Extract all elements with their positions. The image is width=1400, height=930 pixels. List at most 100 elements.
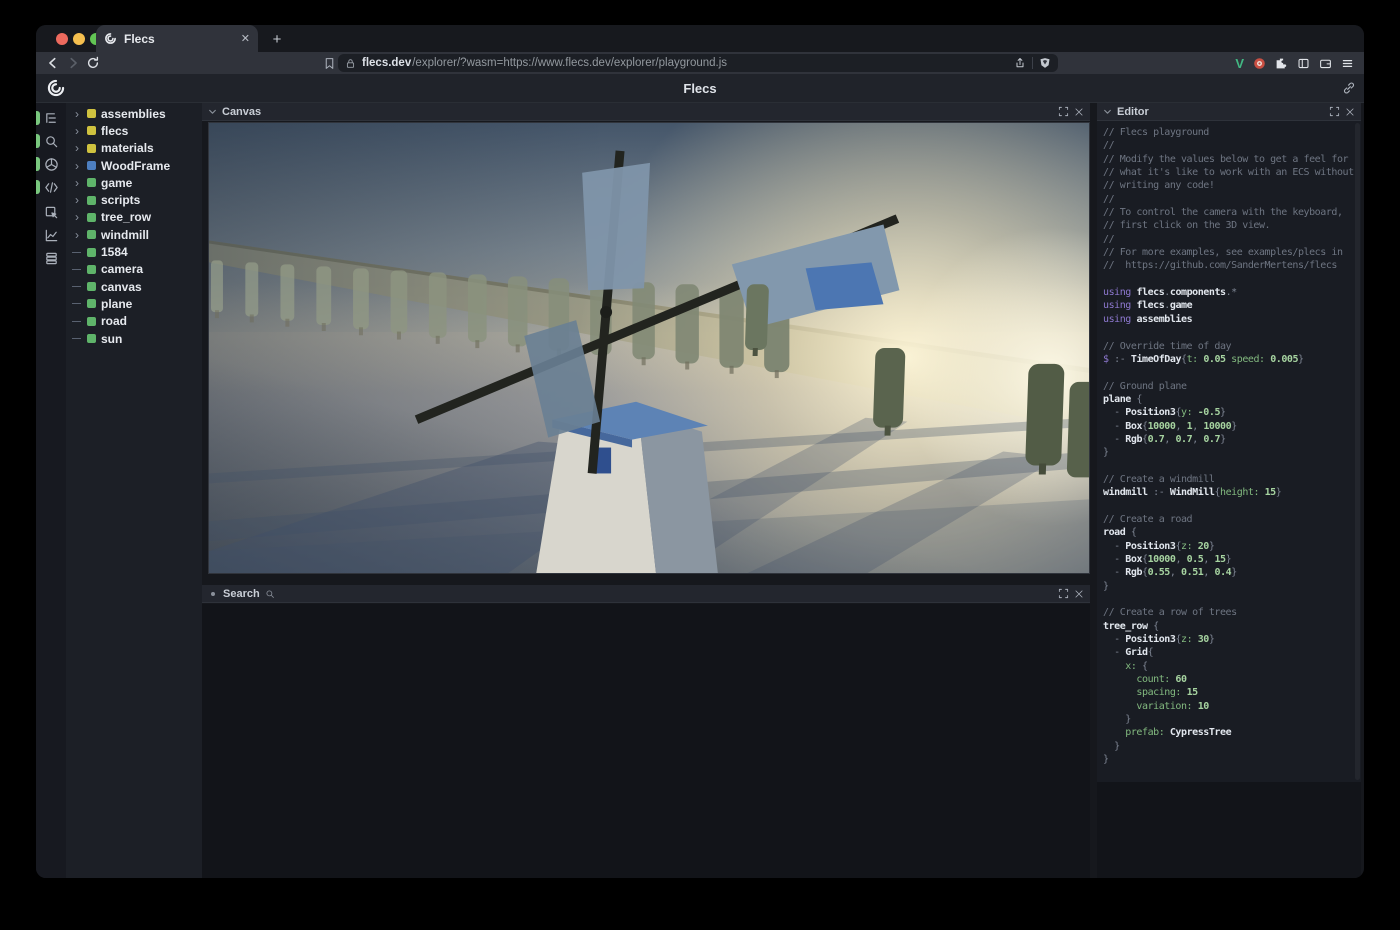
- tree-item-WoodFrame[interactable]: › WoodFrame: [66, 157, 202, 174]
- code-line: //: [1103, 193, 1361, 206]
- tree-item-game[interactable]: ›game: [66, 174, 202, 191]
- tree-item-materials[interactable]: ›materials: [66, 140, 202, 157]
- code-line: road {: [1103, 526, 1361, 539]
- entity-color-square: [87, 299, 96, 308]
- traffic-minimize-button[interactable]: [73, 33, 85, 45]
- wallet-icon[interactable]: [1319, 57, 1332, 70]
- extensions-puzzle-icon[interactable]: [1275, 57, 1288, 70]
- new-tab-button[interactable]: +: [266, 28, 288, 50]
- expander-icon[interactable]: ›: [72, 143, 82, 153]
- recorder-extension-icon[interactable]: [1253, 57, 1266, 70]
- browser-tab[interactable]: Flecs ✕: [96, 25, 258, 52]
- entity-color-square: [87, 196, 96, 205]
- editor-panel-header[interactable]: Editor: [1097, 103, 1361, 121]
- rail-canvas-3d[interactable]: [36, 153, 66, 175]
- tree-item-camera[interactable]: camera: [66, 261, 202, 278]
- entity-color-square: [87, 109, 96, 118]
- rail-entity-tree[interactable]: [36, 107, 66, 129]
- menu-icon[interactable]: [1341, 57, 1354, 70]
- fullscreen-icon[interactable]: [1329, 106, 1340, 117]
- search-panel-body: [202, 604, 1090, 878]
- code-line: - Position3{z: 30}: [1103, 633, 1361, 646]
- chevron-down-icon[interactable]: [208, 107, 217, 116]
- leaf-dash-icon: [72, 286, 82, 287]
- close-icon[interactable]: [1074, 107, 1084, 117]
- expander-icon[interactable]: ›: [72, 230, 82, 240]
- code-line: //: [1103, 139, 1361, 152]
- expander-icon[interactable]: ›: [72, 178, 82, 188]
- code-line: - Position3{z: 20}: [1103, 540, 1361, 553]
- code-line: $ :- TimeOfDay{t: 0.05 speed: 0.005}: [1103, 353, 1361, 366]
- active-pill: [36, 111, 40, 125]
- tree-item-canvas[interactable]: canvas: [66, 278, 202, 295]
- tree-item-tree_row[interactable]: ›tree_row: [66, 209, 202, 226]
- bookmark-sidebar-icon[interactable]: [319, 53, 339, 73]
- share-link-icon[interactable]: [1342, 81, 1356, 95]
- tree-item-road[interactable]: road: [66, 313, 202, 330]
- code-line: // To control the camera with the keyboa…: [1103, 206, 1361, 219]
- chevron-down-icon[interactable]: [1103, 107, 1112, 116]
- tree-item-assemblies[interactable]: ›assemblies: [66, 105, 202, 122]
- expander-icon[interactable]: ›: [72, 161, 82, 171]
- code-line: x: {: [1103, 660, 1361, 673]
- forward-button[interactable]: [63, 53, 83, 73]
- tree-item-sun[interactable]: sun: [66, 330, 202, 347]
- tree-item-scripts[interactable]: ›scripts: [66, 191, 202, 208]
- expander-icon[interactable]: ›: [72, 195, 82, 205]
- entity-color-square: [87, 248, 96, 257]
- code-line: }: [1103, 446, 1361, 459]
- rail-code-editor[interactable]: [36, 176, 66, 198]
- expander-icon[interactable]: ›: [72, 109, 82, 119]
- tree-item-flecs[interactable]: ›flecs: [66, 122, 202, 139]
- tree-item-plane[interactable]: plane: [66, 295, 202, 312]
- entity-label: WoodFrame: [101, 159, 170, 173]
- reload-button[interactable]: [83, 53, 103, 73]
- active-pill: [36, 180, 40, 194]
- expander-icon[interactable]: ›: [72, 212, 82, 222]
- center-column: Canvas: [202, 103, 1090, 878]
- traffic-close-button[interactable]: [56, 33, 68, 45]
- address-bar[interactable]: flecs.dev /explorer/?wasm=https://www.fl…: [338, 54, 1058, 72]
- fullscreen-icon[interactable]: [1058, 588, 1069, 599]
- url-domain: flecs.dev: [362, 57, 411, 69]
- 3d-viewport[interactable]: [208, 122, 1090, 574]
- collapsed-chevron-icon[interactable]: [211, 592, 215, 596]
- canvas-panel-header[interactable]: Canvas: [202, 103, 1090, 121]
- search-panel-header[interactable]: Search: [202, 585, 1090, 603]
- expander-icon[interactable]: ›: [72, 126, 82, 136]
- 3d-scene: [209, 123, 1089, 573]
- code-line: plane {: [1103, 393, 1361, 406]
- rail-inspector[interactable]: [36, 201, 66, 223]
- tab-title: Flecs: [124, 32, 234, 46]
- tree-item-windmill[interactable]: ›windmill: [66, 226, 202, 243]
- app-content: ›assemblies›flecs›materials›WoodFrame›ga…: [36, 103, 1364, 878]
- code-line: // what it's like to work with an ECS wi…: [1103, 166, 1361, 179]
- rail-charts[interactable]: [36, 224, 66, 246]
- tree-item-1584[interactable]: 1584: [66, 243, 202, 260]
- browser-toolbar: flecs.dev /explorer/?wasm=https://www.fl…: [36, 52, 1364, 74]
- leaf-dash-icon: [72, 269, 82, 270]
- chart-icon: [44, 228, 59, 243]
- entity-color-square: [87, 144, 96, 153]
- active-pill: [36, 134, 40, 148]
- code-line: count: 60: [1103, 673, 1361, 686]
- close-icon[interactable]: [1074, 589, 1084, 599]
- back-button[interactable]: [43, 53, 63, 73]
- entity-label: plane: [101, 297, 132, 311]
- rail-search[interactable]: [36, 130, 66, 152]
- close-icon[interactable]: [1345, 107, 1355, 117]
- editor-scrollbar[interactable]: [1355, 123, 1360, 780]
- sidebar-panel-icon[interactable]: [1297, 57, 1310, 70]
- rail-statistics[interactable]: [36, 247, 66, 269]
- brave-shield-icon[interactable]: [1039, 57, 1051, 69]
- code-line: using flecs.game: [1103, 299, 1361, 312]
- vue-devtools-icon[interactable]: V: [1235, 56, 1244, 71]
- editor-code[interactable]: // Flecs playground//// Modify the value…: [1097, 121, 1361, 782]
- entity-color-square: [87, 178, 96, 187]
- fullscreen-icon[interactable]: [1058, 106, 1069, 117]
- code-line: - Box{10000, 0.5, 15}: [1103, 553, 1361, 566]
- tab-close-icon[interactable]: ✕: [241, 32, 250, 45]
- share-icon[interactable]: [1014, 57, 1026, 69]
- code-line: // first click on the 3D view.: [1103, 219, 1361, 232]
- page-title: Flecs: [36, 81, 1364, 96]
